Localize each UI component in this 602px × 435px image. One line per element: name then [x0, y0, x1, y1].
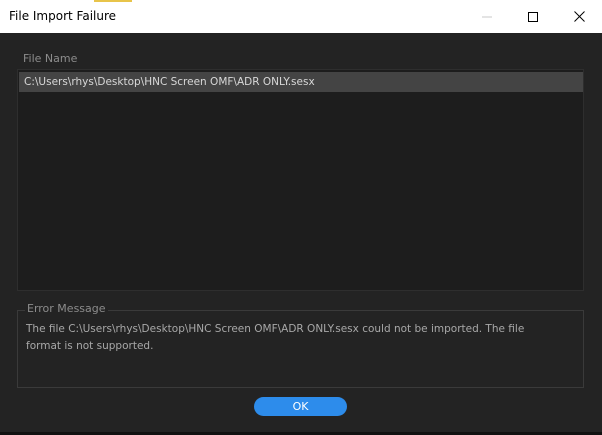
- minimize-button[interactable]: [464, 0, 510, 33]
- minimize-icon: [482, 16, 492, 17]
- ok-button[interactable]: OK: [254, 397, 347, 416]
- file-name-header: File Name: [23, 52, 78, 65]
- maximize-button[interactable]: [510, 0, 556, 33]
- title-bar-accent: [94, 0, 132, 2]
- file-import-failure-dialog: File Import Failure File Name C:\Users\r…: [0, 0, 602, 435]
- window-title: File Import Failure: [9, 9, 117, 23]
- title-bar: File Import Failure: [0, 0, 602, 33]
- error-message-header: Error Message: [25, 302, 108, 315]
- file-list[interactable]: C:\Users\rhys\Desktop\HNC Screen OMF\ADR…: [17, 69, 584, 291]
- close-button[interactable]: [556, 0, 602, 33]
- close-icon: [573, 11, 585, 22]
- error-message-text: The file C:\Users\rhys\Desktop\HNC Scree…: [26, 323, 525, 352]
- maximize-icon: [528, 11, 538, 22]
- file-list-item[interactable]: C:\Users\rhys\Desktop\HNC Screen OMF\ADR…: [19, 72, 583, 92]
